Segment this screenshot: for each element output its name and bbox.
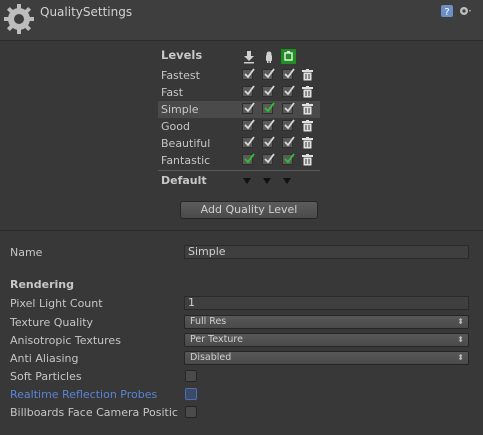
quality-level-name: Simple — [161, 103, 199, 116]
trash-icon[interactable] — [302, 86, 313, 98]
soft-particles-checkbox[interactable] — [185, 370, 197, 382]
billboards-face-camera-label: Billboards Face Camera Positic — [10, 406, 178, 419]
platform-checkbox[interactable] — [262, 85, 275, 97]
platform-checkbox[interactable] — [242, 85, 255, 97]
quality-level-row[interactable]: Fast — [158, 84, 320, 101]
updown-arrow-icon: ⬍ — [457, 353, 464, 362]
platform-checkbox[interactable] — [242, 119, 255, 131]
realtime-reflection-probes-checkbox[interactable] — [185, 388, 197, 400]
rendering-heading: Rendering — [10, 278, 74, 291]
trash-icon[interactable] — [302, 120, 313, 132]
checkmark-icon — [264, 153, 275, 164]
checkmark-icon — [264, 136, 275, 147]
quality-level-name: Fantastic — [161, 154, 211, 167]
inspector-header: QualitySettings ? — [0, 0, 483, 41]
levels-heading: Levels — [161, 48, 203, 62]
inspector-title: QualitySettings — [40, 5, 133, 19]
checkmark-icon — [284, 119, 295, 130]
windows-store-icon[interactable] — [281, 49, 296, 64]
texture-quality-label: Texture Quality — [10, 316, 94, 329]
trash-icon[interactable] — [302, 154, 313, 166]
quality-level-row[interactable]: Fantastic — [158, 152, 320, 169]
android-icon — [266, 51, 272, 63]
default-android-dropdown[interactable] — [263, 178, 271, 184]
quality-level-row[interactable]: Simple — [158, 101, 320, 118]
platform-checkbox[interactable] — [242, 102, 255, 114]
anti-aliasing-value: Disabled — [190, 352, 232, 363]
name-field[interactable]: Simple — [184, 245, 469, 259]
checkmark-icon — [264, 85, 275, 96]
quality-level-name: Fast — [161, 86, 184, 99]
platform-checkbox[interactable] — [242, 153, 255, 165]
checkmark-icon — [244, 102, 255, 113]
help-icon[interactable]: ? — [440, 4, 454, 18]
quality-level-name: Beautiful — [161, 137, 211, 150]
pixel-light-count-field[interactable]: 1 — [184, 296, 469, 310]
quality-level-name: Fastest — [161, 69, 200, 82]
checkmark-icon — [284, 136, 295, 147]
checkmark-icon — [244, 136, 255, 147]
checkmark-icon — [264, 102, 275, 113]
default-label: Default — [161, 174, 207, 187]
checkmark-icon — [284, 153, 295, 164]
platform-checkbox[interactable] — [282, 68, 295, 80]
anisotropic-textures-value: Per Texture — [190, 334, 243, 345]
quality-level-row[interactable]: Beautiful — [158, 135, 320, 152]
checkmark-icon — [284, 85, 295, 96]
platform-checkbox[interactable] — [282, 102, 295, 114]
platform-checkbox[interactable] — [262, 153, 275, 165]
anisotropic-textures-label: Anisotropic Textures — [10, 334, 121, 347]
anti-aliasing-dropdown[interactable]: Disabled ⬍ — [184, 351, 469, 365]
add-quality-level-button[interactable]: Add Quality Level — [180, 201, 318, 219]
trash-icon[interactable] — [302, 137, 313, 149]
quality-level-row[interactable]: Fastest — [158, 67, 320, 84]
platform-checkbox[interactable] — [282, 119, 295, 131]
trash-icon[interactable] — [302, 69, 313, 81]
standalone-download-icon — [244, 51, 254, 64]
checkmark-icon — [244, 153, 255, 164]
platform-checkbox[interactable] — [262, 136, 275, 148]
checkmark-icon — [244, 85, 255, 96]
default-standalone-dropdown[interactable] — [243, 178, 251, 184]
platform-checkbox[interactable] — [262, 68, 275, 80]
default-row: Default — [158, 170, 320, 189]
platform-checkbox[interactable] — [262, 102, 275, 114]
platform-checkbox[interactable] — [262, 119, 275, 131]
texture-quality-dropdown[interactable]: Full Res ⬍ — [184, 315, 469, 329]
checkmark-icon — [264, 119, 275, 130]
default-store-dropdown[interactable] — [283, 178, 291, 184]
realtime-reflection-probes-label[interactable]: Realtime Reflection Probes — [10, 388, 157, 401]
platform-checkbox[interactable] — [242, 136, 255, 148]
texture-quality-value: Full Res — [190, 316, 227, 327]
pixel-light-count-label: Pixel Light Count — [10, 297, 103, 310]
updown-arrow-icon: ⬍ — [457, 317, 464, 326]
checkmark-icon — [284, 68, 295, 79]
platform-checkbox[interactable] — [282, 85, 295, 97]
platform-checkbox[interactable] — [242, 68, 255, 80]
trash-icon[interactable] — [302, 103, 313, 115]
checkmark-icon — [284, 102, 295, 113]
anti-aliasing-label: Anti Aliasing — [10, 352, 79, 365]
quality-level-name: Good — [161, 120, 190, 133]
updown-arrow-icon: ⬍ — [457, 335, 464, 344]
anisotropic-textures-dropdown[interactable]: Per Texture ⬍ — [184, 333, 469, 347]
checkmark-icon — [244, 68, 255, 79]
checkmark-icon — [244, 119, 255, 130]
name-label: Name — [10, 246, 43, 259]
gear-icon — [4, 4, 34, 34]
soft-particles-label: Soft Particles — [10, 370, 82, 383]
quality-level-row[interactable]: Good — [158, 118, 320, 135]
divider — [0, 230, 483, 231]
platform-checkbox[interactable] — [282, 136, 295, 148]
settings-icon[interactable] — [458, 4, 472, 18]
checkmark-icon — [264, 68, 275, 79]
svg-text:?: ? — [444, 7, 449, 18]
billboards-face-camera-checkbox[interactable] — [185, 406, 197, 418]
platform-checkbox[interactable] — [282, 153, 295, 165]
